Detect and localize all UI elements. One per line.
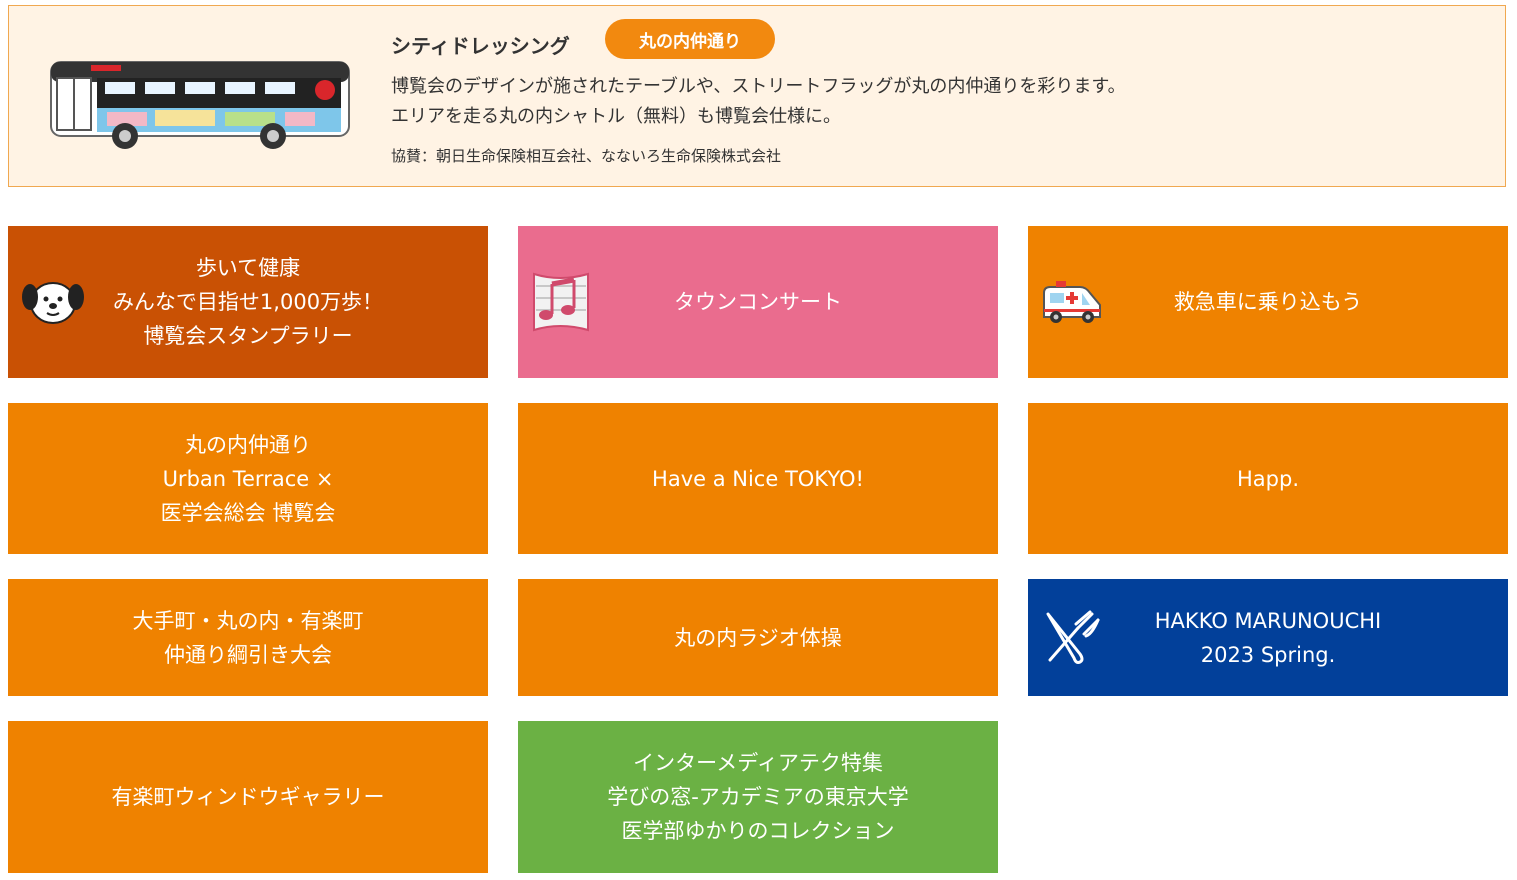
tile-label: Happ. [1237,466,1299,491]
tile-label: インターメディアテク特集 学びの窓-アカデミアの東京大学 医学部ゆかりのコレクシ… [607,751,909,843]
banner-title: シティドレッシング [391,34,570,58]
tile-window-gallery[interactable]: 有楽町ウィンドウギャラリー [8,721,488,873]
location-badge: 丸の内仲通り [605,19,775,59]
tile-label: HAKKO MARUNOUCHI 2023 Spring. [1154,608,1382,667]
tile-label: Have a Nice TOKYO! [652,466,864,491]
tile-label: タウンコンサート [674,290,842,314]
tile-tug-of-war[interactable]: 大手町・丸の内・有楽町 仲通り綱引き大会 [8,579,488,696]
bus-icon [50,61,350,149]
tile-label: 大手町・丸の内・有楽町 仲通り綱引き大会 [132,608,364,667]
city-dressing-banner: シティドレッシング 丸の内仲通り 博覧会のデザインが施されたテーブルや、ストリー… [8,5,1506,187]
tile-happ[interactable]: Happ. [1028,403,1508,554]
tile-label: 丸の内仲通り Urban Terrace × 医学会総会 博覧会 [160,432,336,525]
tile-label: 丸の内ラジオ体操 [674,625,842,650]
tile-hakko-marunouchi[interactable]: HAKKO MARUNOUCHI 2023 Spring. [1028,579,1508,696]
tile-label: 有楽町ウィンドウギャラリー [111,785,385,809]
ambulance-icon [1043,281,1101,323]
tile-have-a-nice-tokyo[interactable]: Have a Nice TOKYO! [518,403,998,554]
tile-stamp-rally[interactable]: 歩いて健康 みんなで目指せ1,000万歩！ 博覧会スタンプラリー [8,226,488,378]
tile-urban-terrace[interactable]: 丸の内仲通り Urban Terrace × 医学会総会 博覧会 [8,403,488,554]
banner-description: 博覧会のデザインが施されたテーブルや、ストリートフラッグが丸の内仲通りを彩ります… [391,76,1126,127]
tile-label: 歩いて健康 みんなで目指せ1,000万歩！ 博覧会スタンプラリー [112,256,384,348]
dog-icon [22,282,84,324]
tile-ambulance[interactable]: 救急車に乗り込もう [1028,226,1508,378]
tile-label: 救急車に乗り込もう [1173,290,1363,314]
sponsor-text: 協賛：朝日生命保険相互会社、なないろ生命保険株式会社 [391,147,782,165]
music-note-icon [533,272,589,332]
tile-intermediatheque[interactable]: インターメディアテク特集 学びの窓-アカデミアの東京大学 医学部ゆかりのコレクシ… [518,721,998,873]
tile-town-concert[interactable]: タウンコンサート [518,226,998,378]
tile-radio-exercise[interactable]: 丸の内ラジオ体操 [518,579,998,696]
fork-knife-icon [1046,610,1100,664]
